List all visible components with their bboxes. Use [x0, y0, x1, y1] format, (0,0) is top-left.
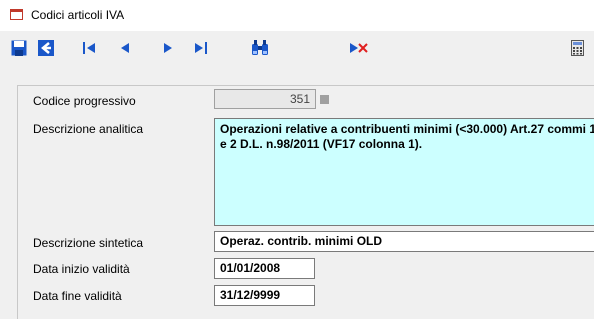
toolbar	[0, 31, 594, 65]
descrizione-sintetica-label: Descrizione sintetica	[33, 236, 144, 250]
back-icon[interactable]	[37, 39, 55, 57]
data-inizio-label: Data inizio validità	[33, 262, 130, 276]
descrizione-sintetica-input[interactable]: Operaz. contrib. minimi OLD	[214, 231, 594, 252]
codice-progressivo-field: 351	[214, 89, 316, 109]
prev-record-icon[interactable]	[117, 39, 133, 57]
last-record-icon[interactable]	[192, 39, 210, 57]
codice-progressivo-label: Codice progressivo	[33, 94, 136, 108]
save-icon[interactable]	[10, 39, 28, 57]
descrizione-analitica-label: Descrizione analitica	[33, 122, 144, 136]
descrizione-analitica-textarea[interactable]: Operazioni relative a contribuenti minim…	[214, 118, 594, 226]
calculator-icon[interactable]	[569, 39, 585, 57]
delete-record-icon[interactable]	[349, 39, 371, 57]
search-binoculars-icon[interactable]	[250, 39, 270, 57]
first-record-icon[interactable]	[80, 39, 98, 57]
title-bar: Codici articoli IVA	[0, 0, 594, 31]
codice-lookup-button[interactable]	[320, 95, 329, 104]
app-window-icon	[10, 9, 23, 20]
data-inizio-input[interactable]: 01/01/2008	[214, 258, 315, 279]
next-record-icon[interactable]	[160, 39, 176, 57]
data-fine-input[interactable]: 31/12/9999	[214, 285, 315, 306]
data-fine-label: Data fine validità	[33, 289, 122, 303]
window-title: Codici articoli IVA	[31, 8, 125, 22]
